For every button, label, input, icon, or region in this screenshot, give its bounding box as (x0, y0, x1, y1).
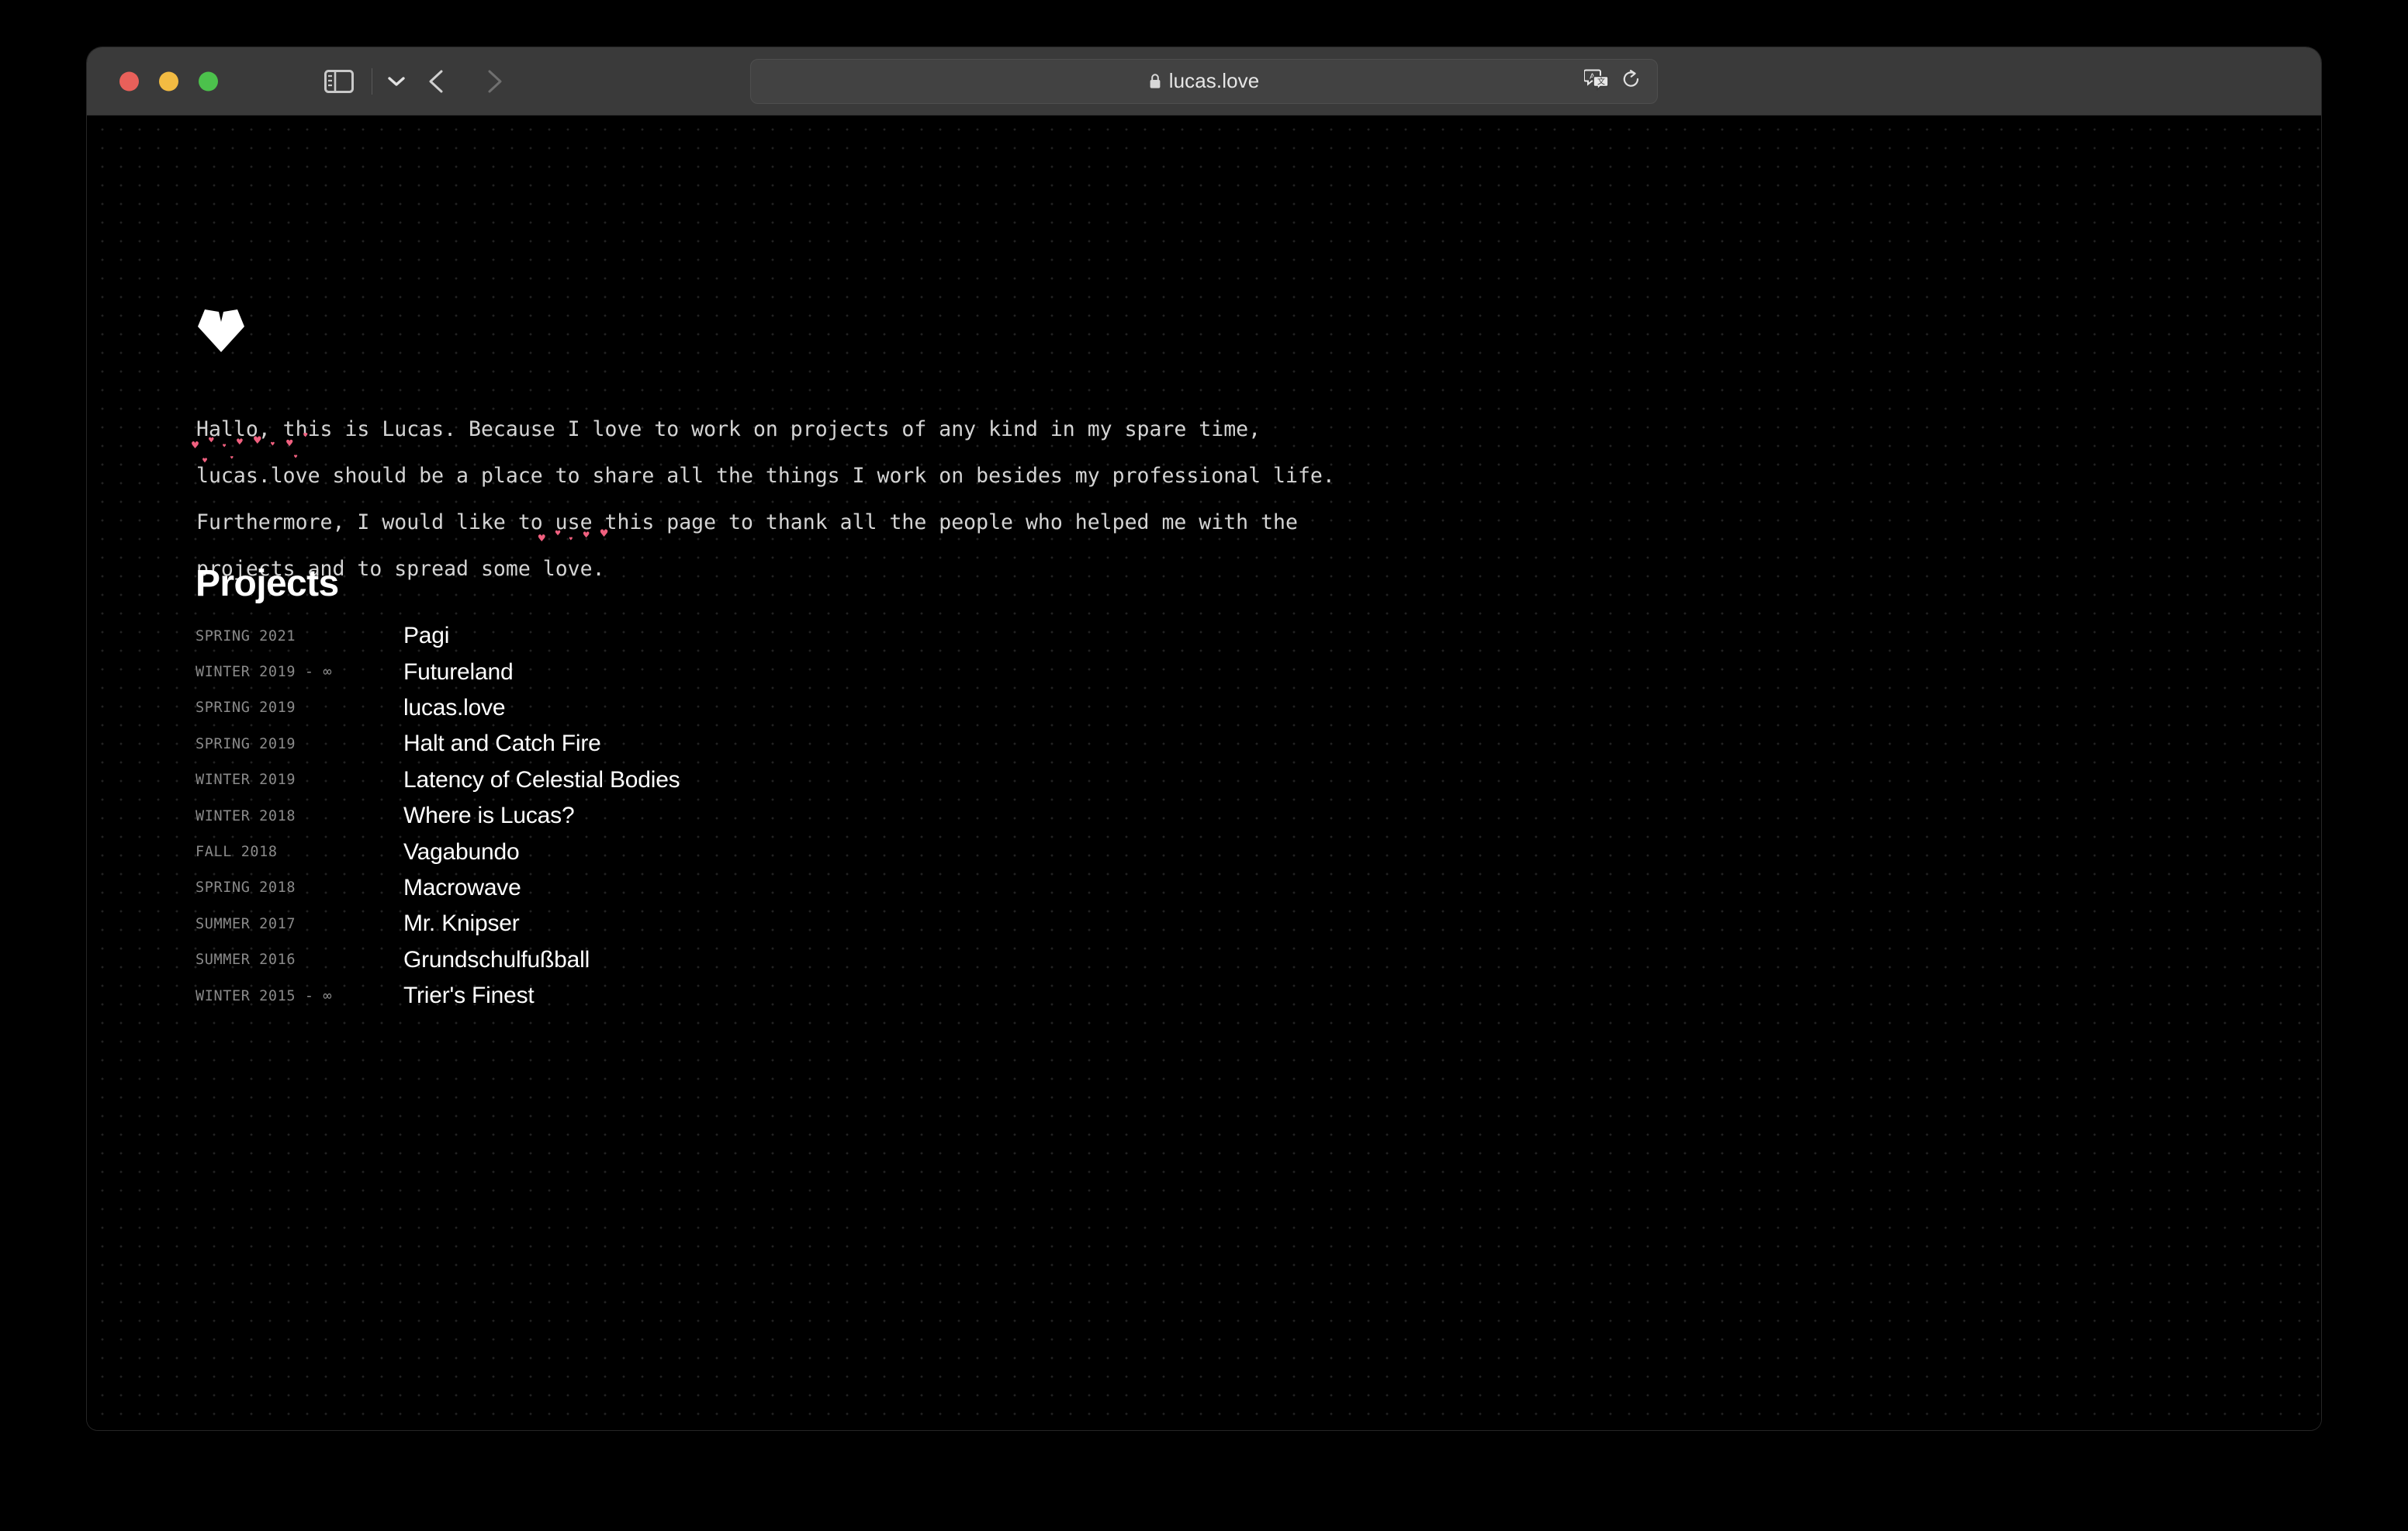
project-name[interactable]: Mr. Knipser (403, 911, 520, 937)
browser-toolbar: lucas.love A 文 (87, 47, 2321, 116)
project-row[interactable]: SUMMER 2016 Grundschulfußball (195, 942, 1359, 978)
browser-window: lucas.love A 文 Hallo, this is Lucas. Bec… (87, 47, 2321, 1430)
lock-icon (1149, 73, 1161, 89)
mini-heart-icon: ♥ (271, 441, 275, 448)
mini-heart-icon: ♥ (583, 530, 590, 541)
project-name[interactable]: Latency of Celestial Bodies (403, 767, 680, 793)
mini-heart-icon: ♥ (254, 433, 261, 448)
chevron-left-icon[interactable] (422, 66, 453, 97)
mini-heart-icon: ♥ (192, 438, 199, 452)
mini-heart-icon: ♥ (223, 443, 227, 449)
page-content: Hallo, this is Lucas. Because I love to … (87, 116, 2321, 1430)
mini-heart-icon: ♥ (230, 455, 234, 461)
mini-heart-icon: ♥ (538, 531, 545, 545)
heart-decorated-word: love ♥ ♥ ♥ ♥ ♥ (538, 526, 608, 582)
svg-text:文: 文 (1597, 76, 1605, 86)
heart-logo-icon (195, 305, 247, 353)
project-name[interactable]: Grundschulfußball (403, 947, 590, 973)
project-row[interactable]: WINTER 2019 Latency of Celestial Bodies (195, 762, 1359, 798)
close-button[interactable] (119, 71, 139, 91)
project-date: WINTER 2018 (195, 807, 296, 824)
minimize-button[interactable] (159, 71, 178, 91)
project-date: WINTER 2015 - ∞ (195, 987, 333, 1004)
project-name[interactable]: Futureland (403, 659, 514, 686)
intro-paragraph: Hallo, this is Lucas. Because I love to … (192, 406, 1344, 593)
window-controls (119, 71, 218, 91)
project-date: SUMMER 2016 (195, 952, 296, 969)
mini-heart-icon: ♥ (569, 536, 573, 542)
project-name[interactable]: Macrowave (403, 875, 521, 901)
project-name[interactable]: Where is Lucas? (403, 803, 575, 829)
chevron-down-icon[interactable] (382, 70, 411, 93)
project-row[interactable]: WINTER 2015 - ∞ Trier's Finest (195, 978, 1359, 1014)
mini-heart-icon: ♥ (202, 457, 208, 465)
mini-heart-icon: ♥ (294, 454, 298, 460)
project-row[interactable]: SPRING 2019 Halt and Catch Fire (195, 726, 1359, 762)
heart-decorated-word: lucas.love ♥ ♥ ♥ ♥ ♥ ♥ ♥ ♥ ♥ ♥ ♥ (192, 432, 320, 489)
project-date: WINTER 2019 - ∞ (195, 664, 333, 681)
project-name[interactable]: Vagabundo (403, 839, 520, 866)
project-name[interactable]: lucas.love (403, 695, 506, 721)
project-date: SPRING 2019 (195, 700, 296, 717)
reload-icon[interactable] (1621, 68, 1642, 94)
mini-heart-icon: ♥ (209, 435, 214, 445)
chevron-right-icon[interactable] (478, 66, 509, 97)
project-name[interactable]: Pagi (403, 623, 449, 649)
mini-heart-icon: ♥ (237, 437, 243, 448)
project-row[interactable]: SPRING 2019 lucas.love (195, 690, 1359, 726)
url-actions: A 文 (1583, 67, 1642, 95)
project-row[interactable]: FALL 2018 Vagabundo (195, 834, 1359, 869)
project-date: SPRING 2019 (195, 735, 296, 752)
mini-heart-icon: ♥ (303, 432, 308, 440)
project-date: SPRING 2021 (195, 627, 296, 645)
project-date: WINTER 2019 (195, 772, 296, 789)
project-row[interactable]: SPRING 2021 Pagi (195, 618, 1359, 654)
project-row[interactable]: WINTER 2018 Where is Lucas? (195, 798, 1359, 834)
project-row[interactable]: SUMMER 2017 Mr. Knipser (195, 906, 1359, 942)
url-display: lucas.love (1149, 69, 1260, 93)
project-name[interactable]: Trier's Finest (403, 983, 535, 1009)
translate-icon[interactable]: A 文 (1583, 67, 1611, 95)
mini-heart-icon: ♥ (555, 528, 561, 538)
project-row[interactable]: WINTER 2019 - ∞ Futureland (195, 654, 1359, 689)
url-text: lucas.love (1168, 69, 1260, 92)
mini-heart-icon: ♥ (286, 437, 293, 450)
page-title: Projects (195, 563, 339, 604)
project-date: SUMMER 2017 (195, 915, 296, 932)
sidebar-icon[interactable] (324, 69, 354, 93)
project-row[interactable]: SPRING 2018 Macrowave (195, 870, 1359, 906)
zoom-button[interactable] (199, 71, 218, 91)
url-bar[interactable]: lucas.love A 文 (750, 58, 1658, 104)
project-name[interactable]: Halt and Catch Fire (403, 731, 601, 757)
mini-heart-icon: ♥ (600, 526, 608, 541)
project-date: SPRING 2018 (195, 880, 296, 897)
projects-list: SPRING 2021 Pagi WINTER 2019 - ∞ Futureland… (195, 618, 1359, 1014)
project-date: FALL 2018 (195, 844, 278, 861)
